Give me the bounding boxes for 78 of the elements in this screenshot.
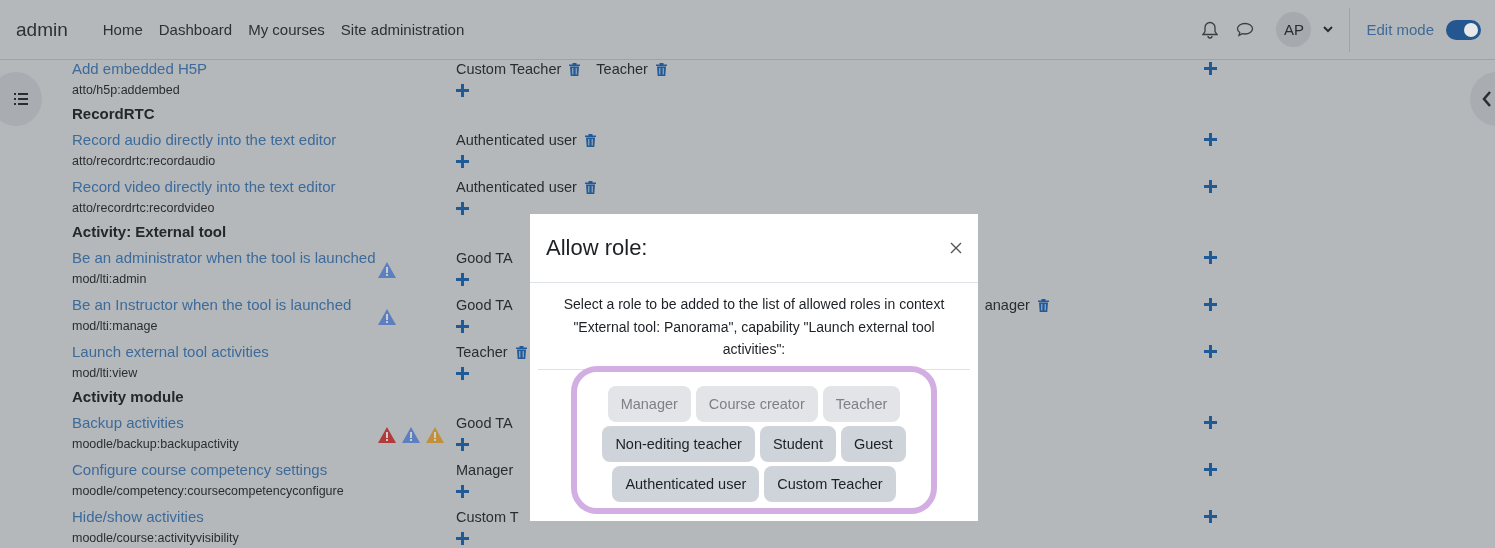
capability-code: moodle/competency:coursecompetencyconfigure <box>72 484 345 498</box>
role-name: Authenticated user <box>456 179 577 195</box>
capability-link[interactable]: Hide/show activities <box>72 508 378 525</box>
trash-icon[interactable] <box>515 345 527 359</box>
role-name: Good TA <box>456 415 513 431</box>
plus-icon[interactable] <box>1203 61 1217 75</box>
role-button[interactable]: Custom Teacher <box>764 465 896 502</box>
plus-icon[interactable] <box>456 201 469 215</box>
role-name: Good TA <box>456 250 513 266</box>
trash-icon[interactable] <box>655 62 667 76</box>
plus-icon[interactable] <box>1203 132 1217 146</box>
trash-icon[interactable] <box>569 62 581 76</box>
plus-icon[interactable] <box>456 366 469 380</box>
capability-link[interactable]: Backup activities <box>72 414 378 431</box>
plus-icon[interactable] <box>456 531 469 545</box>
plus-icon[interactable] <box>456 272 469 286</box>
close-icon[interactable] <box>950 242 962 254</box>
edit-mode-toggle[interactable] <box>1446 19 1481 40</box>
user-avatar[interactable]: AP <box>1276 12 1312 47</box>
plus-icon[interactable] <box>1203 462 1217 476</box>
role-name: Custom T <box>456 509 519 525</box>
capability-code: mod/lti:view <box>72 366 139 380</box>
capability-link[interactable]: Add embedded H5P <box>72 60 378 77</box>
role-name: anager <box>984 297 1030 313</box>
role-name: Good TA <box>456 297 513 313</box>
bell-icon[interactable] <box>1202 20 1219 39</box>
role-button[interactable]: Student <box>759 425 836 462</box>
role-name: Custom Teacher <box>456 61 562 77</box>
list-icon <box>14 93 28 105</box>
section-heading: Activity: External tool <box>72 224 227 242</box>
capability-code: atto/recordrtc:recordvideo <box>72 201 216 215</box>
role-button[interactable]: Non-editing teacher <box>602 425 755 462</box>
capability-code: atto/h5p:addembed <box>72 83 181 97</box>
drawer-toggle-button[interactable] <box>0 72 42 126</box>
nav-link[interactable]: Dashboard <box>158 21 233 38</box>
plus-icon[interactable] <box>1203 344 1217 358</box>
capability-code: mod/lti:admin <box>72 272 148 286</box>
capability-link[interactable]: Be an administrator when the tool is launched <box>72 249 378 266</box>
role-button[interactable]: Authenticated user <box>612 465 760 502</box>
capability-link[interactable]: Record video directly into the text editor <box>72 178 378 195</box>
plus-icon[interactable] <box>1203 179 1217 193</box>
trash-icon[interactable] <box>584 133 596 147</box>
chat-bubble-icon[interactable] <box>1236 22 1255 37</box>
plus-icon[interactable] <box>456 154 469 168</box>
capability-code: moodle/course:activityvisibility <box>72 531 240 545</box>
role-name: Authenticated user <box>456 132 577 148</box>
plus-icon[interactable] <box>456 437 469 451</box>
capability-code: moodle/backup:backupactivity <box>72 437 240 451</box>
trash-icon[interactable] <box>1037 298 1049 312</box>
section-heading: Activity module <box>72 389 184 407</box>
site-brand[interactable]: admin <box>16 18 68 41</box>
dialog-message: Select a role to be added to the list of allowed roles in context "External tool: Panorama", capability "Launch external tool activities": <box>538 283 970 370</box>
trash-icon[interactable] <box>584 180 596 194</box>
edit-mode-label: Edit mode <box>1366 21 1434 38</box>
capability-link[interactable]: Configure course competency settings <box>72 461 378 478</box>
plus-icon[interactable] <box>1203 297 1217 311</box>
capability-link[interactable]: Record audio directly into the text editor <box>72 131 378 148</box>
chevron-left-icon <box>1482 91 1492 107</box>
nav-link[interactable]: My courses <box>248 21 325 38</box>
plus-icon[interactable] <box>456 319 469 333</box>
plus-icon[interactable] <box>456 484 469 498</box>
plus-icon[interactable] <box>1203 415 1217 429</box>
nav-link[interactable]: Home <box>102 21 143 38</box>
section-heading: RecordRTC <box>72 106 155 124</box>
role-name: Teacher <box>456 344 508 360</box>
role-button[interactable]: Guest <box>840 425 906 462</box>
chevron-down-icon[interactable] <box>1323 26 1334 33</box>
capability-link[interactable]: Launch external tool activities <box>72 343 378 360</box>
plus-icon[interactable] <box>1203 250 1217 264</box>
capability-code: atto/recordrtc:recordaudio <box>72 154 217 168</box>
nav-link[interactable]: Site administration <box>340 21 465 38</box>
plus-icon[interactable] <box>456 83 469 97</box>
capability-code: mod/lti:manage <box>72 319 159 333</box>
role-name: Teacher <box>596 61 648 77</box>
plus-icon[interactable] <box>1203 509 1217 523</box>
capability-link[interactable]: Be an Instructor when the tool is launched <box>72 296 378 313</box>
role-name: Manager <box>456 462 514 478</box>
dialog-title: Allow role: <box>546 235 648 261</box>
